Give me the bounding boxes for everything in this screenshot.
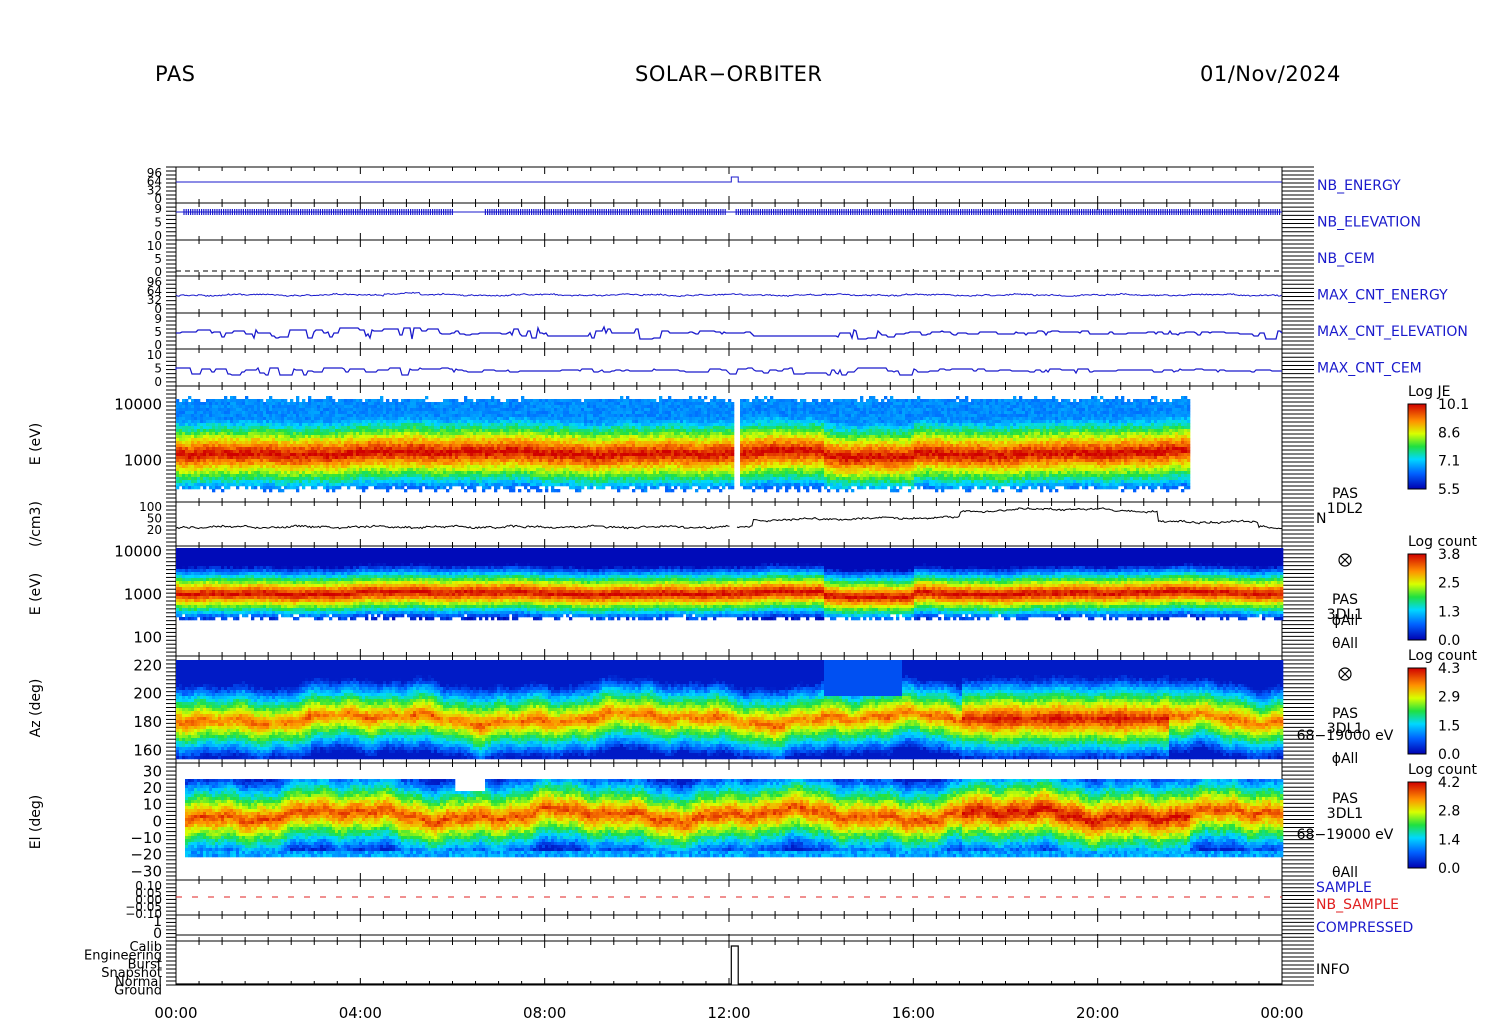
hk-label-nb-elevation: NB_ELEVATION (1317, 215, 1421, 231)
sample-label-1: NB_SAMPLE (1316, 897, 1399, 913)
hk-label-nb-energy: NB_ENERGY (1317, 178, 1401, 194)
energy-3dl1-ylabel: E (eV) (28, 573, 44, 615)
energy-1dl2-colorbar-tick: 8.6 (1438, 425, 1460, 441)
density-tick: 20 (147, 523, 162, 537)
x-tick-label: 20:00 (1076, 1004, 1119, 1020)
density-ylabel: (/cm3) (28, 501, 44, 547)
info-tick: Ground (114, 984, 162, 999)
hk-tick: 5 (154, 362, 162, 376)
hk-tick: 10 (147, 239, 162, 253)
elevation-colorbar-bar (1408, 782, 1426, 868)
energy-3dl1-tick: 1000 (124, 585, 162, 603)
azimuth-label: PAS (1332, 706, 1358, 722)
elevation-tick: 30 (143, 762, 162, 780)
energy-1dl2-colorbar-bar (1408, 404, 1426, 489)
azimuth-tick: 200 (133, 685, 162, 703)
sample-label-0: SAMPLE (1316, 880, 1372, 896)
energy-3dl1-colorbar-tick: 1.3 (1438, 604, 1460, 620)
elevation-label: 68−19000 eV (1297, 827, 1394, 843)
elevation-label: PAS (1332, 791, 1358, 807)
elevation-tick: 10 (143, 796, 162, 814)
density-trace (176, 508, 1282, 529)
elevation-ylabel: El (deg) (28, 795, 44, 850)
density-label: PAS (1332, 486, 1358, 502)
elevation-tick: 0 (152, 812, 162, 830)
hk-label-max-cnt-elevation: MAX_CNT_ELEVATION (1317, 324, 1468, 340)
elevation-colorbar-tick: 2.8 (1438, 804, 1460, 820)
energy-3dl1-label: ϕAll (1332, 613, 1359, 629)
azimuth-ylabel: Az (deg) (28, 679, 44, 738)
azimuth-tick: 220 (133, 656, 162, 674)
hk-tick: 5 (154, 325, 162, 339)
hk-ticks-4: 950 (154, 312, 162, 352)
azimuth-tick: 180 (133, 713, 162, 731)
azimuth-colorbar-tick: 0.0 (1438, 747, 1460, 763)
elevation-tick: −20 (130, 846, 162, 864)
energy-1dl2-colorbar-tick: 5.5 (1438, 482, 1460, 498)
energy-1dl2-colorbar-tick: 10.1 (1438, 397, 1469, 413)
azimuth-colorbar-tick: 1.5 (1438, 718, 1460, 734)
elevation-tick: −30 (130, 862, 162, 880)
azimuth-label: 68−19000 eV (1297, 728, 1394, 744)
energy-3dl1-colorbar-tick: 0.0 (1438, 633, 1460, 649)
hk-tick: 9 (154, 312, 162, 326)
x-tick-label: 00:00 (1260, 1004, 1303, 1020)
x-tick-label: 08:00 (523, 1004, 566, 1020)
elevation-tick: 20 (143, 779, 162, 797)
energy-3dl1-colorbar-tick: 2.5 (1438, 576, 1460, 592)
x-tick-label: 16:00 (892, 1004, 935, 1020)
info-label: INFO (1316, 962, 1350, 978)
elevation-spectrogram (185, 779, 1283, 857)
energy-3dl1-label: θAll (1332, 636, 1358, 652)
density-label: 1DL2 (1327, 501, 1363, 517)
elevation-colorbar-tick: 4.2 (1438, 775, 1460, 791)
hk-tick: 0 (154, 375, 162, 389)
energy-3dl1-label: PAS (1332, 592, 1358, 608)
x-tick-label: 12:00 (707, 1004, 750, 1020)
max-cnt-elevation-trace (176, 327, 1282, 339)
hk-tick: 10 (147, 348, 162, 362)
energy-3dl1-colorbar-bar (1408, 554, 1426, 640)
x-tick-label: 04:00 (339, 1004, 382, 1020)
azimuth-colorbar-bar (1408, 668, 1426, 754)
hk-ticks-0: 9664320 (147, 166, 162, 206)
hk-ticks-3: 9664320 (147, 275, 162, 316)
azimuth-tick: 160 (133, 741, 162, 759)
max-cnt-energy-trace (176, 292, 1282, 296)
elevation-colorbar-tick: 0.0 (1438, 861, 1460, 877)
energy-1dl2-tick: 1000 (124, 451, 162, 469)
x-tick-label: 00:00 (154, 1004, 197, 1020)
elevation-tick: −10 (130, 829, 162, 847)
azimuth-colorbar-tick: 4.3 (1438, 661, 1460, 677)
elevation-colorbar-tick: 1.4 (1438, 832, 1460, 848)
compressed-label: COMPRESSED (1316, 920, 1413, 936)
hk-label-nb-cem: NB_CEM (1317, 251, 1375, 267)
elevation-label: θAll (1332, 865, 1358, 881)
hk-label-max-cnt-energy: MAX_CNT_ENERGY (1317, 288, 1448, 304)
energy-1dl2-spectrogram (176, 396, 1190, 492)
elevation-label: 3DL1 (1327, 806, 1363, 822)
azimuth-spectrogram (176, 660, 1283, 759)
energy-3dl1-tick: 10000 (114, 542, 162, 560)
energy-3dl1-tick: 100 (133, 628, 162, 646)
nb-energy-trace (176, 177, 1282, 182)
summary-plot: 9664320NB_ENERGY950NB_ELEVATION1050NB_CE… (0, 0, 1512, 1020)
hk-tick: 5 (154, 252, 162, 266)
energy-1dl2-ylabel: E (eV) (28, 423, 44, 465)
energy-1dl2-colorbar-tick: 7.1 (1438, 454, 1460, 470)
azimuth-colorbar-tick: 2.9 (1438, 690, 1460, 706)
density-tag: N (1316, 511, 1326, 527)
max-cnt-cem-trace (176, 368, 1282, 375)
energy-1dl2-tick: 10000 (114, 395, 162, 413)
hk-ticks-2: 1050 (147, 239, 162, 279)
hk-ticks-5: 1050 (147, 348, 162, 389)
energy-3dl1-spectrogram (176, 548, 1283, 620)
energy-3dl1-colorbar-tick: 3.8 (1438, 547, 1460, 563)
hk-tick: 5 (154, 216, 162, 230)
azimuth-label: ϕAll (1332, 751, 1359, 767)
hk-label-max-cnt-cem: MAX_CNT_CEM (1317, 361, 1422, 377)
hk-ticks-1: 950 (154, 202, 162, 243)
hk-tick: 9 (154, 202, 162, 216)
